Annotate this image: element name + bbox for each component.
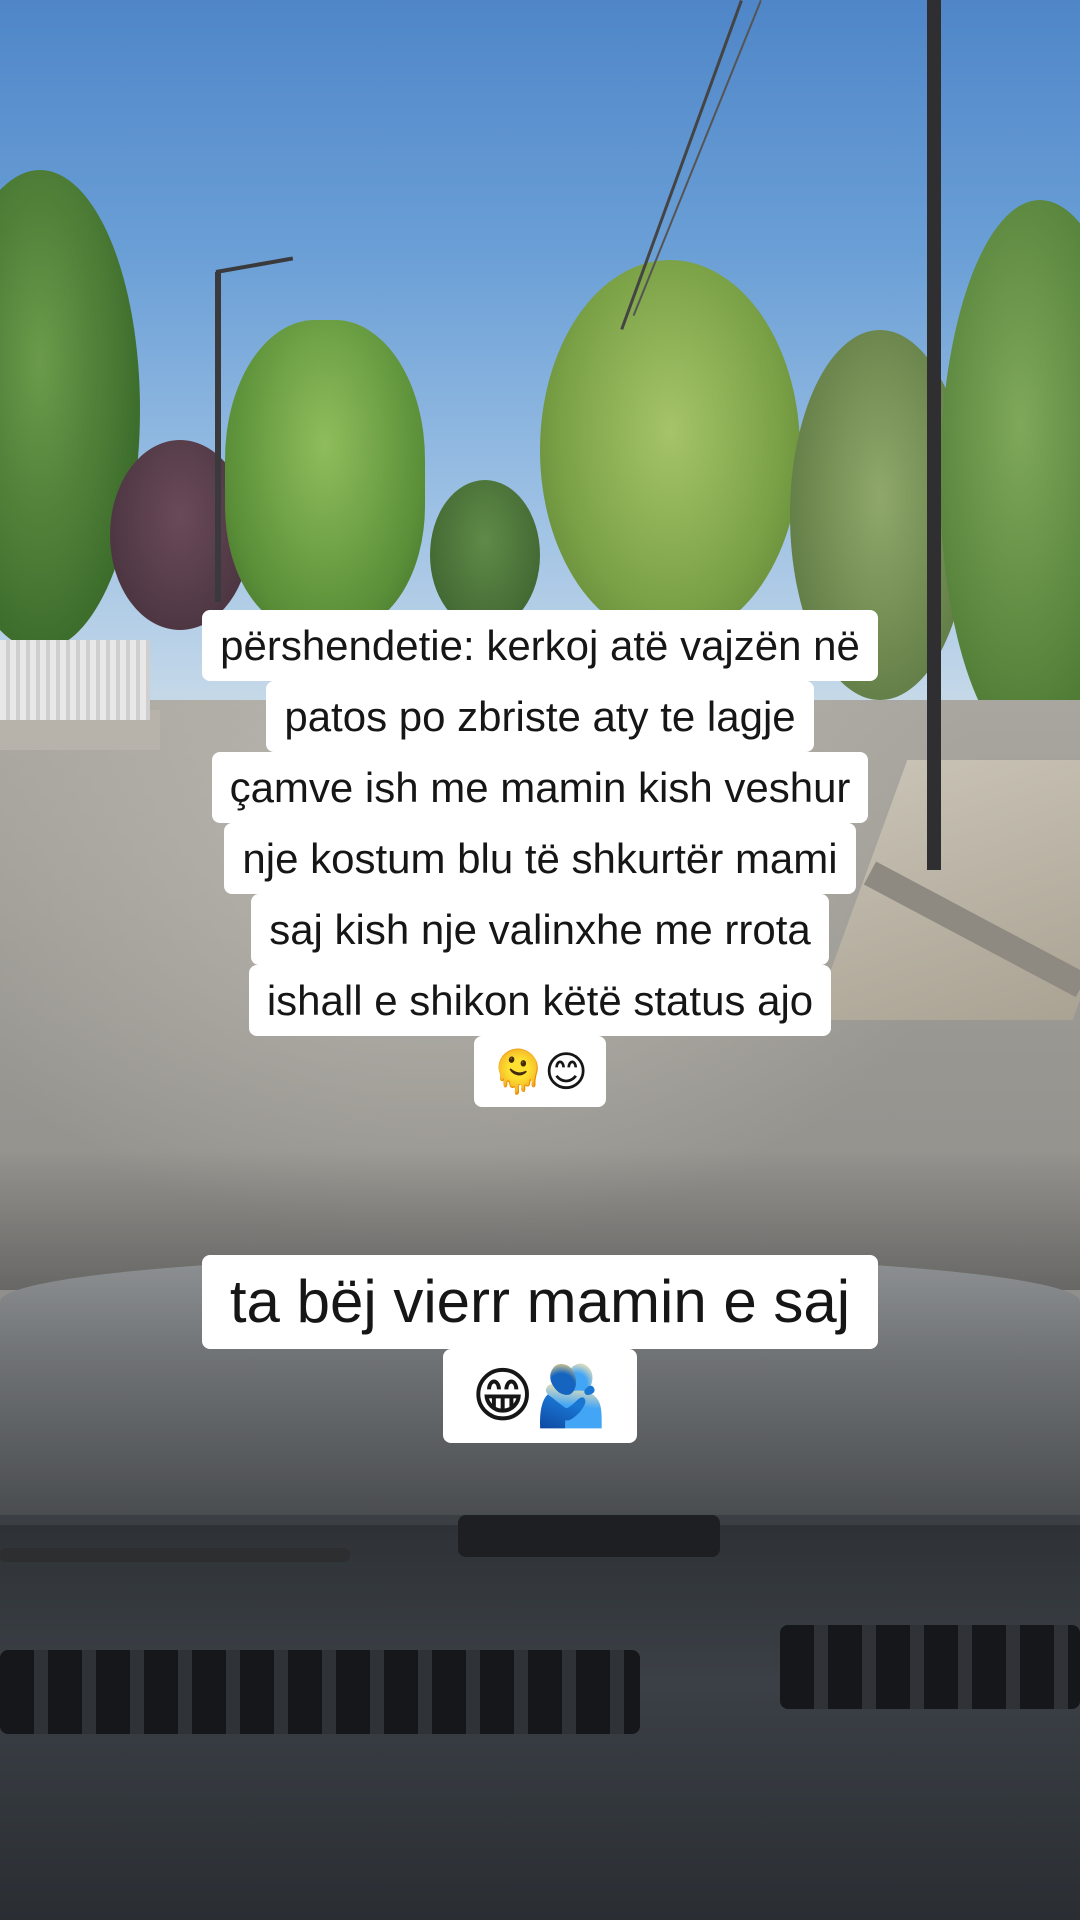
caption-line: ta bëj vierr mamin e saj [201,1255,879,1349]
caption-top: përshendetie: kerkoj atë vajzën në patos… [0,610,1080,1107]
caption-line: nje kostum blu të shkurtër mami [224,823,856,894]
caption-emoji-line: 😁🫂 [443,1349,637,1443]
caption-line: çamve ish me mamin kish veshur [211,752,869,823]
dashboard-vent [780,1625,1080,1709]
tree [430,480,540,630]
tree [540,260,800,640]
street-lamp-pole [215,272,221,602]
caption-bottom: ta bëj vierr mamin e saj 😁🫂 [0,1255,1080,1443]
caption-line: patos po zbriste aty te lagje [266,681,814,752]
phone-holder [458,1515,720,1557]
wiper-blade [0,1548,350,1562]
caption-line: përshendetie: kerkoj atë vajzën në [202,610,878,681]
tree [225,320,425,630]
caption-emoji-line: 🫠😊 [473,1036,607,1107]
caption-line: ishall e shikon këtë status ajo [248,965,832,1036]
caption-line: saj kish nje valinxhe me rrota [251,894,829,965]
dashboard-vent [0,1650,640,1734]
